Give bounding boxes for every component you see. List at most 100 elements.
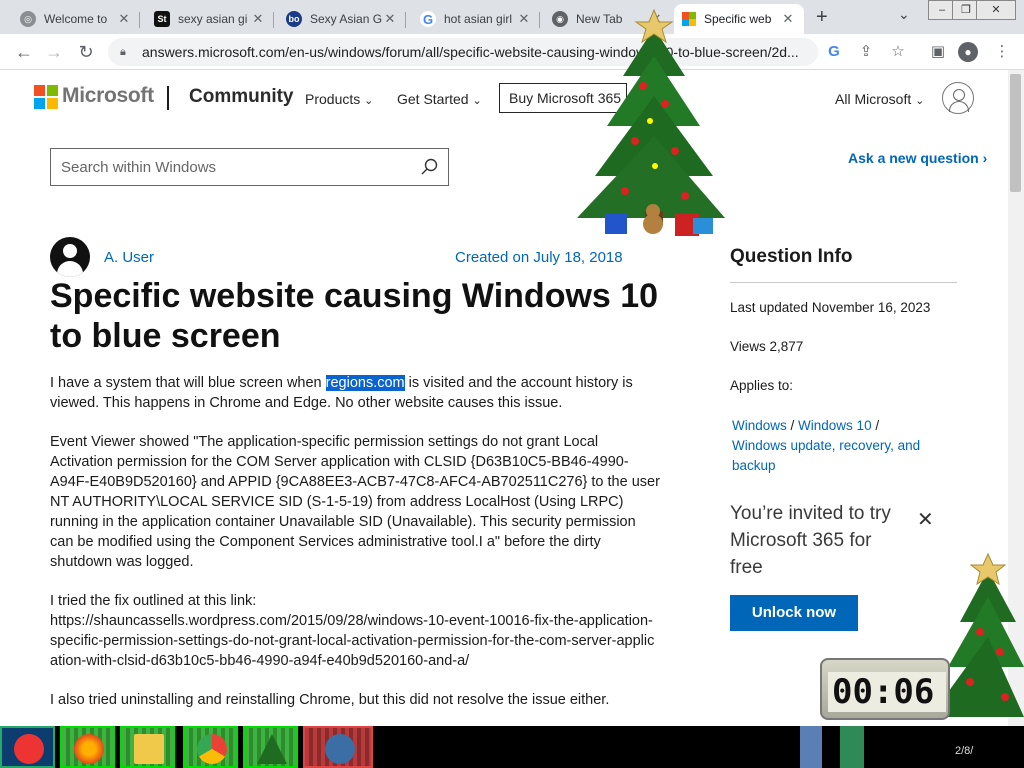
- chevron-down-icon: ⌄: [364, 95, 374, 107]
- christmas-tree-icon: [257, 734, 287, 764]
- divider: [730, 282, 957, 283]
- file-explorer-icon: [134, 734, 164, 764]
- search-icon[interactable]: [420, 158, 438, 176]
- author-name[interactable]: A. User: [104, 249, 154, 266]
- applies-windows10-link[interactable]: Windows 10: [798, 418, 872, 433]
- forward-icon[interactable]: →: [42, 40, 66, 64]
- applies-windows-link[interactable]: Windows: [732, 418, 787, 433]
- chevron-down-icon: ⌄: [915, 95, 925, 107]
- paragraph-3: I tried the fix outlined at this link: ht…: [50, 591, 660, 671]
- santa-icon: [14, 734, 44, 764]
- views-count: Views 2,877: [730, 339, 804, 354]
- scrollbar-thumb[interactable]: [1010, 74, 1021, 192]
- m365-invite-text: You’re invited to try Microsoft 365 for …: [730, 503, 891, 578]
- bol-icon: bo: [286, 11, 302, 27]
- tab-title: Sexy Asian G: [310, 12, 382, 26]
- ask-label: Ask a new question: [848, 150, 979, 166]
- tray-item[interactable]: [800, 726, 822, 768]
- clock-readout: 00:06: [828, 672, 946, 712]
- tab-sexy-asian-2[interactable]: bo Sexy Asian G ✕: [278, 4, 406, 34]
- question-title: Specific website causing Windows 10 to b…: [50, 277, 659, 355]
- search-box[interactable]: [50, 148, 449, 186]
- search-input[interactable]: [61, 158, 411, 176]
- firefox-icon: [74, 734, 104, 764]
- tab-title: hot asian girl: [444, 12, 513, 26]
- applies-windows-update-link[interactable]: Windows update, recovery, and backup: [732, 438, 920, 473]
- tab-welcome[interactable]: ◎ Welcome to ✕: [12, 4, 140, 34]
- nav-products[interactable]: Products ⌄: [305, 91, 373, 107]
- author-avatar: [50, 237, 90, 277]
- applies-to-list: Windows / Windows 10 / Windows update, r…: [732, 416, 942, 476]
- google-lens-icon[interactable]: G: [824, 42, 844, 62]
- ask-new-question-link[interactable]: Ask a new question ›: [848, 150, 987, 166]
- microsoft-logo-icon[interactable]: [34, 85, 58, 109]
- desktop-clock-widget: 00:06: [820, 658, 950, 720]
- close-tab-icon[interactable]: ✕: [516, 11, 532, 27]
- tray-network-icon[interactable]: [840, 726, 864, 768]
- brand-name[interactable]: Microsoft: [62, 84, 154, 108]
- nav-label: Products: [305, 91, 361, 107]
- tab-separator: [539, 12, 540, 28]
- created-date[interactable]: Created on July 18, 2018: [455, 249, 623, 266]
- tab-separator: [139, 12, 140, 28]
- close-tab-icon[interactable]: ✕: [382, 11, 398, 27]
- fix-link[interactable]: https://shauncassells.wordpress.com/2015…: [50, 613, 654, 669]
- question-body: I have a system that will blue screen wh…: [50, 373, 660, 729]
- close-tab-icon[interactable]: ✕: [780, 11, 796, 27]
- start-button[interactable]: [0, 726, 55, 768]
- globe-icon: ◎: [20, 11, 36, 27]
- paragraph-4: I also tried uninstalling and reinstalli…: [50, 692, 610, 708]
- taskbar-tree-app[interactable]: [243, 726, 298, 768]
- text: I have a system that will blue screen wh…: [50, 375, 326, 391]
- section-title[interactable]: Community: [189, 86, 294, 108]
- question-info-heading: Question Info: [730, 246, 853, 267]
- christmas-tree-decoration: [577, 8, 725, 236]
- new-tab-button[interactable]: +: [816, 6, 828, 29]
- tab-title: Welcome to: [44, 12, 108, 26]
- tab-sexy-asian-1[interactable]: St sexy asian gi ✕: [146, 4, 274, 34]
- bookmark-star-icon[interactable]: ☆: [888, 42, 908, 62]
- tab-hot-asian[interactable]: G hot asian girl ✕: [412, 4, 540, 34]
- edge-icon: [325, 734, 355, 764]
- tray-date: 2/8/: [955, 745, 974, 757]
- unlock-now-button[interactable]: Unlock now: [730, 595, 858, 631]
- close-tab-icon[interactable]: ✕: [250, 11, 266, 27]
- profile-icon[interactable]: ●: [958, 42, 978, 62]
- back-icon[interactable]: ←: [12, 40, 36, 64]
- menu-kebab-icon[interactable]: ⋮: [992, 42, 1012, 62]
- header-divider: [167, 86, 169, 110]
- last-updated: Last updated November 16, 2023: [730, 300, 931, 315]
- google-icon: G: [420, 11, 436, 27]
- taskbar-firefox[interactable]: [60, 726, 115, 768]
- separator: /: [790, 418, 799, 433]
- tab-separator: [405, 12, 406, 28]
- chevron-down-icon: ⌄: [472, 95, 482, 107]
- tab-search-chevron-icon[interactable]: ⌄: [898, 6, 910, 23]
- lock-icon: 🔒︎: [120, 45, 126, 58]
- address-toolbar: ← → ↻ 🔒︎ answers.microsoft.com/en-us/win…: [0, 34, 1024, 70]
- taskbar-active-window[interactable]: [303, 726, 373, 768]
- share-icon[interactable]: ⇪: [856, 42, 876, 62]
- selected-link-text[interactable]: regions.com: [325, 375, 405, 391]
- separator: /: [875, 418, 880, 433]
- reload-icon[interactable]: ↻: [74, 40, 98, 64]
- chevron-right-icon: ›: [982, 150, 988, 166]
- paragraph-1: I have a system that will blue screen wh…: [50, 373, 660, 413]
- text: I tried the fix outlined at this link:: [50, 593, 257, 609]
- taskbar-file-explorer[interactable]: [120, 726, 175, 768]
- tab-title: sexy asian gi: [178, 12, 248, 26]
- chrome-icon: [197, 734, 227, 764]
- close-icon[interactable]: ✕: [917, 507, 934, 532]
- taskbar-chrome[interactable]: [183, 726, 238, 768]
- sign-in-avatar-icon[interactable]: [942, 82, 974, 114]
- close-tab-icon[interactable]: ✕: [116, 11, 132, 27]
- side-panel-icon[interactable]: ▣: [928, 42, 948, 62]
- nav-get-started[interactable]: Get Started ⌄: [397, 91, 482, 107]
- st-icon: St: [154, 11, 170, 27]
- applies-to-label: Applies to:: [730, 378, 794, 393]
- nav-label: Get Started: [397, 91, 469, 107]
- all-microsoft-menu[interactable]: All Microsoft ⌄: [835, 91, 924, 107]
- paragraph-2: Event Viewer showed "The application-spe…: [50, 434, 660, 570]
- tab-separator: [273, 12, 274, 28]
- close-window-icon[interactable]: ✕: [976, 0, 1016, 20]
